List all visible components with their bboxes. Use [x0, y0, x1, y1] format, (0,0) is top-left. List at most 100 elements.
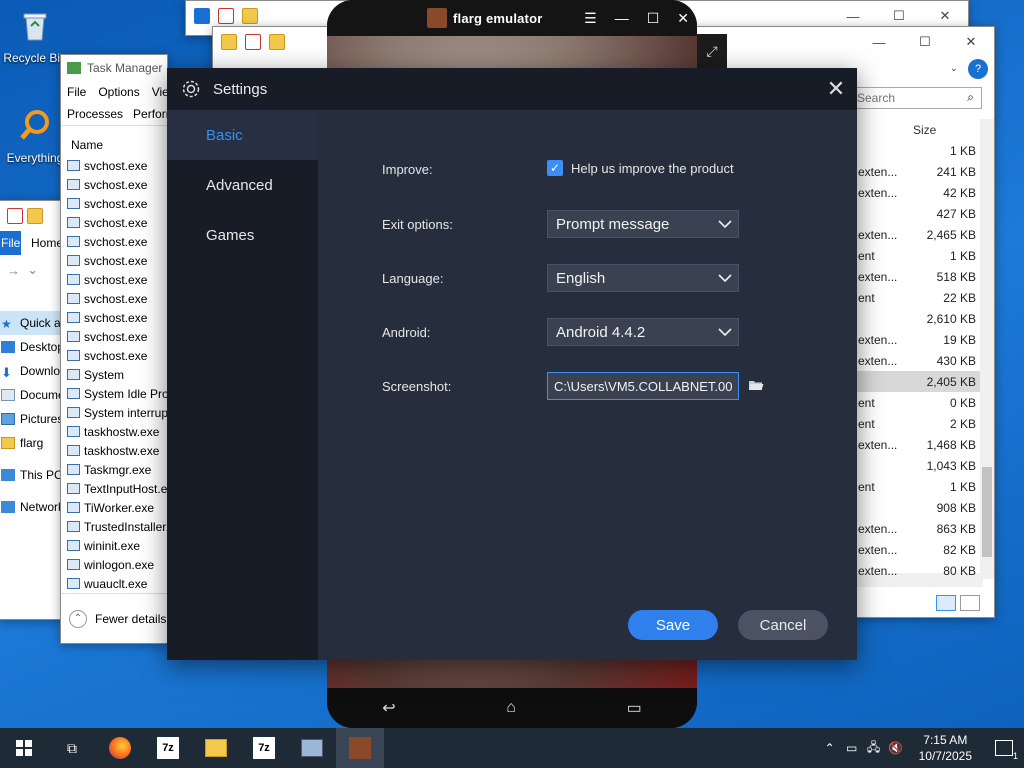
list-item[interactable]: exten... 430 KB [856, 350, 980, 371]
task-view-button[interactable]: ⧉ [48, 728, 96, 768]
android-version-select[interactable]: Android 4.4.2 [547, 318, 739, 346]
improve-checkbox[interactable]: ✓ Help us improve the product [547, 160, 734, 176]
vertical-scrollbar[interactable] [980, 119, 994, 579]
tab-processes[interactable]: Processes [67, 107, 123, 121]
network-icon[interactable]: 🖧 [863, 738, 885, 759]
table-row[interactable]: svchost.exe [61, 270, 167, 289]
table-row[interactable]: TextInputHost.exe [61, 479, 167, 498]
tab-performance[interactable]: Performance [133, 107, 167, 121]
tab-games[interactable]: Games [167, 210, 318, 260]
back-icon[interactable]: ↩ [382, 698, 395, 718]
table-row[interactable]: svchost.exe [61, 213, 167, 232]
taskbar-7zip[interactable]: 7z [144, 728, 192, 768]
table-row[interactable]: wininit.exe [61, 536, 167, 555]
list-item[interactable]: exten... 82 KB [856, 539, 980, 560]
ribbon-tab-file[interactable]: File [0, 231, 21, 255]
list-item[interactable]: ent 1 KB [856, 476, 980, 497]
nav-downloads[interactable]: ⬇Downloads [0, 359, 63, 383]
list-item[interactable]: exten... 518 KB [856, 266, 980, 287]
list-item[interactable]: ent 1 KB [856, 245, 980, 266]
list-item[interactable]: exten... 2,465 KB [856, 224, 980, 245]
nav-network[interactable]: Network [0, 495, 63, 519]
list-item[interactable]: 2,610 KB [856, 308, 980, 329]
help-icon[interactable]: ? [968, 59, 988, 79]
explorer-window-left[interactable]: File Home → ⌄ ★Quick access Desktop ⬇Dow… [0, 200, 64, 620]
maximize-icon[interactable]: ☐ [902, 27, 948, 57]
list-item[interactable]: exten... 1,468 KB [856, 434, 980, 455]
close-icon[interactable]: ✕ [677, 10, 689, 27]
table-row[interactable]: taskhostw.exe [61, 422, 167, 441]
menu-file[interactable]: File [67, 85, 86, 99]
close-icon[interactable]: ✕ [815, 68, 857, 110]
list-item[interactable]: 427 KB [856, 203, 980, 224]
list-item[interactable]: exten... 80 KB [856, 560, 980, 581]
table-row[interactable]: svchost.exe [61, 156, 167, 175]
list-item[interactable]: 908 KB [856, 497, 980, 518]
nav-pictures[interactable]: Pictures [0, 407, 63, 431]
nav-quick-access[interactable]: ★Quick access [0, 311, 63, 335]
details-view-icon[interactable] [936, 595, 956, 611]
minimize-icon[interactable]: — [615, 10, 629, 27]
table-row[interactable]: wuauclt.exe [61, 574, 167, 593]
scrollbar-thumb[interactable] [982, 467, 992, 557]
search-input[interactable] [852, 87, 982, 109]
list-item[interactable]: exten... 42 KB [856, 182, 980, 203]
menu-icon[interactable]: ☰ [584, 10, 597, 27]
tab-advanced[interactable]: Advanced [167, 160, 318, 210]
taskbar-flarg-emulator[interactable] [336, 728, 384, 768]
table-row[interactable]: svchost.exe [61, 251, 167, 270]
list-item[interactable]: exten... 863 KB [856, 518, 980, 539]
tablet-icon[interactable]: ▭ [841, 741, 863, 755]
thumbnails-view-icon[interactable] [960, 595, 980, 611]
list-item[interactable]: exten... 19 KB [856, 329, 980, 350]
minimize-icon[interactable]: — [856, 27, 902, 57]
table-row[interactable]: svchost.exe [61, 232, 167, 251]
table-row[interactable]: winlogon.exe [61, 555, 167, 574]
start-button[interactable] [0, 728, 48, 768]
tab-basic[interactable]: Basic [167, 110, 318, 160]
table-row[interactable]: svchost.exe [61, 194, 167, 213]
table-row[interactable]: svchost.exe [61, 327, 167, 346]
table-row[interactable]: svchost.exe [61, 175, 167, 194]
cancel-button[interactable]: Cancel [738, 610, 828, 640]
size-column-header[interactable]: Size [913, 123, 936, 137]
screenshot-path-input[interactable] [547, 372, 739, 400]
recents-icon[interactable]: ▭ [627, 698, 642, 718]
name-column-header[interactable]: Name [61, 126, 167, 156]
table-row[interactable]: System interrupts [61, 403, 167, 422]
list-item[interactable]: ent 2 KB [856, 413, 980, 434]
table-row[interactable]: System [61, 365, 167, 384]
task-manager-window[interactable]: Task Manager File Options View Processes… [60, 54, 168, 644]
save-button[interactable]: Save [628, 610, 718, 640]
menu-options[interactable]: Options [98, 85, 139, 99]
table-row[interactable]: svchost.exe [61, 308, 167, 327]
table-row[interactable]: System Idle Process [61, 384, 167, 403]
list-item[interactable]: ent 22 KB [856, 287, 980, 308]
menu-view[interactable]: View [152, 85, 167, 99]
folder-open-icon[interactable] [748, 378, 764, 392]
list-item[interactable]: 1 KB [856, 140, 980, 161]
table-row[interactable]: TrustedInstaller.exe [61, 517, 167, 536]
list-item[interactable]: ent 0 KB [856, 392, 980, 413]
nav-documents[interactable]: Documents [0, 383, 63, 407]
nav-desktop[interactable]: Desktop [0, 335, 63, 359]
chevron-up-icon[interactable]: ⌃ [819, 741, 841, 755]
list-item[interactable]: exten... 241 KB [856, 161, 980, 182]
taskbar-file-explorer[interactable] [192, 728, 240, 768]
fewer-details-button[interactable]: ⌃ Fewer details [61, 593, 167, 643]
fullscreen-icon[interactable]: ⤢ [697, 34, 727, 68]
list-item[interactable]: 2,405 KB [856, 371, 980, 392]
maximize-icon[interactable]: ☐ [647, 10, 660, 27]
nav-flarg[interactable]: flarg [0, 431, 63, 455]
forward-arrow-icon[interactable]: → [7, 263, 20, 278]
taskbar-7zip-2[interactable]: 7z [240, 728, 288, 768]
table-row[interactable]: Taskmgr.exe [61, 460, 167, 479]
ribbon-tab-home[interactable]: Home [21, 236, 63, 250]
table-row[interactable]: svchost.exe [61, 346, 167, 365]
close-icon[interactable]: ✕ [948, 27, 994, 57]
exit-options-select[interactable]: Prompt message [547, 210, 739, 238]
list-item[interactable]: 1,043 KB [856, 455, 980, 476]
table-row[interactable]: taskhostw.exe [61, 441, 167, 460]
table-row[interactable]: TiWorker.exe [61, 498, 167, 517]
notification-center-button[interactable]: 1 [984, 728, 1024, 768]
